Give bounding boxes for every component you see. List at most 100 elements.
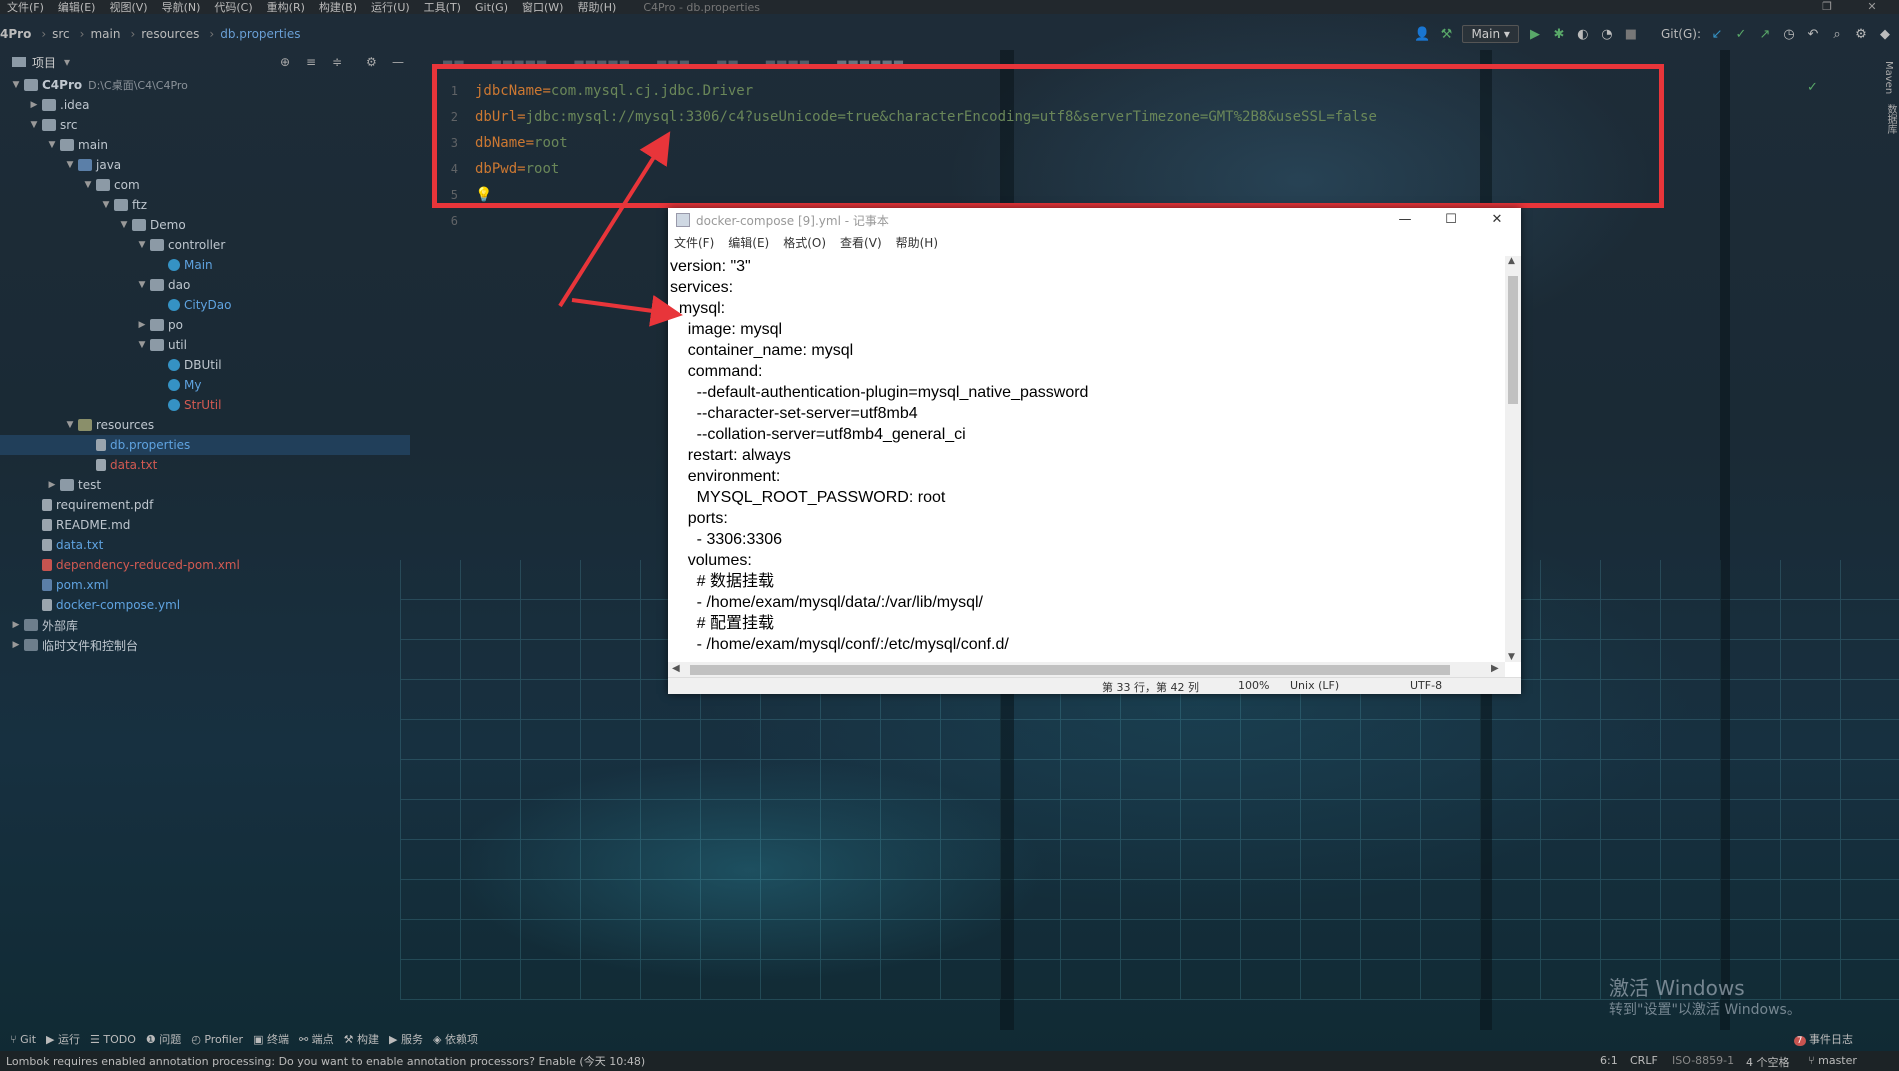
- file-encoding-status[interactable]: ISO-8859-1: [1672, 1054, 1734, 1067]
- chevron-down-icon[interactable]: ▼: [64, 160, 76, 170]
- run-configuration-select[interactable]: Main ▾: [1462, 25, 1519, 43]
- ide-logo-icon[interactable]: ◆: [1877, 26, 1893, 42]
- stop-icon[interactable]: ■: [1623, 26, 1639, 42]
- search-icon[interactable]: ⌕: [1829, 26, 1845, 42]
- build-tool-button[interactable]: ⚒ 构建: [344, 1031, 379, 1047]
- chevron-down-icon[interactable]: ▼: [136, 240, 148, 250]
- chevron-down-icon[interactable]: ▼: [136, 280, 148, 290]
- endpoints-tool-button[interactable]: ⚯ 端点: [299, 1031, 334, 1047]
- build-hammer-icon[interactable]: ⚒: [1438, 26, 1454, 42]
- tree-item[interactable]: ▼ main: [0, 135, 410, 155]
- problems-tool-button[interactable]: ❶ 问题: [146, 1031, 181, 1047]
- inspection-ok-icon[interactable]: ✓: [1807, 80, 1818, 95]
- debug-icon[interactable]: ✱: [1551, 26, 1567, 42]
- tree-item[interactable]: My: [0, 375, 410, 395]
- chevron-right-icon[interactable]: ▶: [10, 640, 22, 650]
- chevron-down-icon[interactable]: ▾: [64, 55, 70, 69]
- chevron-right-icon[interactable]: ▶: [28, 100, 40, 110]
- maven-tab[interactable]: Maven: [1883, 61, 1894, 94]
- chevron-down-icon[interactable]: ▼: [28, 120, 40, 130]
- gear-icon[interactable]: ⚙: [366, 55, 377, 69]
- restore-window-icon[interactable]: ❐: [1807, 0, 1847, 14]
- notepad-menu-edit[interactable]: 编辑(E): [728, 234, 769, 251]
- scroll-left-icon[interactable]: ◀: [672, 663, 680, 674]
- caret-position[interactable]: 6:1: [1600, 1054, 1618, 1067]
- tree-item[interactable]: docker-compose.yml: [0, 595, 410, 615]
- menu-file[interactable]: 文件(F): [0, 0, 51, 15]
- git-update-icon[interactable]: ↙: [1709, 26, 1725, 42]
- menu-code[interactable]: 代码(C): [207, 0, 259, 15]
- project-panel-title[interactable]: 项目: [32, 54, 56, 71]
- expand-all-icon[interactable]: ≡: [306, 55, 316, 69]
- menu-window[interactable]: 窗口(W): [515, 0, 570, 15]
- tree-item[interactable]: dependency-reduced-pom.xml: [0, 555, 410, 575]
- tree-item[interactable]: ▶ po: [0, 315, 410, 335]
- chevron-down-icon[interactable]: ▼: [82, 180, 94, 190]
- tree-item[interactable]: ▼ src: [0, 115, 410, 135]
- chevron-down-icon[interactable]: ▼: [118, 220, 130, 230]
- chevron-down-icon[interactable]: ▼: [136, 340, 148, 350]
- breadcrumb-src[interactable]: src: [52, 27, 70, 41]
- horizontal-scrollbar[interactable]: ◀ ▶: [668, 662, 1505, 678]
- tree-item[interactable]: CityDao: [0, 295, 410, 315]
- tree-item[interactable]: ▼ resources: [0, 415, 410, 435]
- tree-item[interactable]: ▼ controller: [0, 235, 410, 255]
- coverage-icon[interactable]: ◐: [1575, 26, 1591, 42]
- dependencies-tool-button[interactable]: ◈ 依赖项: [433, 1031, 478, 1047]
- menu-tools[interactable]: 工具(T): [417, 0, 468, 15]
- services-tool-button[interactable]: ▶ 服务: [389, 1031, 423, 1047]
- breadcrumb-file[interactable]: db.properties: [220, 27, 300, 41]
- tree-item[interactable]: ▼ Demo: [0, 215, 410, 235]
- tree-item[interactable]: ▼ dao: [0, 275, 410, 295]
- breadcrumb-main[interactable]: main: [90, 27, 120, 41]
- menu-build[interactable]: 构建(B): [312, 0, 364, 15]
- menu-edit[interactable]: 编辑(E): [51, 0, 103, 15]
- notepad-menu-view[interactable]: 查看(V): [840, 234, 882, 251]
- scroll-right-icon[interactable]: ▶: [1491, 663, 1499, 674]
- tree-item[interactable]: ▼ ftz: [0, 195, 410, 215]
- database-tab[interactable]: 数据库: [1883, 104, 1898, 134]
- git-branch[interactable]: ⑂ master: [1808, 1054, 1857, 1067]
- scroll-up-icon[interactable]: ▲: [1508, 256, 1515, 266]
- tree-item[interactable]: requirement.pdf: [0, 495, 410, 515]
- scrollbar-thumb[interactable]: [1508, 276, 1518, 404]
- git-tool-button[interactable]: ⑂ Git: [10, 1033, 36, 1046]
- hide-panel-icon[interactable]: —: [392, 55, 404, 69]
- tree-item[interactable]: data.txt: [0, 535, 410, 555]
- notepad-menu-help[interactable]: 帮助(H): [896, 234, 938, 251]
- tree-item[interactable]: data.txt: [0, 455, 410, 475]
- tree-item[interactable]: pom.xml: [0, 575, 410, 595]
- indent-status[interactable]: 4 个空格: [1746, 1054, 1790, 1070]
- scroll-down-icon[interactable]: ▼: [1508, 652, 1515, 662]
- notepad-menu-file[interactable]: 文件(F): [674, 234, 714, 251]
- vertical-scrollbar[interactable]: ▲ ▼: [1505, 256, 1521, 662]
- tree-item[interactable]: ▶ .idea: [0, 95, 410, 115]
- chevron-down-icon[interactable]: ▼: [100, 200, 112, 210]
- tree-item[interactable]: ▼ com: [0, 175, 410, 195]
- profile-icon[interactable]: ◔: [1599, 26, 1615, 42]
- tree-item[interactable]: ▼ C4Pro D:\C桌面\C4\C4Pro: [0, 75, 410, 95]
- line-separator[interactable]: CRLF: [1630, 1054, 1658, 1067]
- notepad-menu-format[interactable]: 格式(O): [783, 234, 826, 251]
- profiler-tool-button[interactable]: ◴ Profiler: [191, 1033, 243, 1046]
- tree-item[interactable]: ▶ test: [0, 475, 410, 495]
- chevron-right-icon[interactable]: ▶: [136, 320, 148, 330]
- history-icon[interactable]: ◷: [1781, 26, 1797, 42]
- tree-item[interactable]: ▼ java: [0, 155, 410, 175]
- user-icon[interactable]: 👤: [1414, 26, 1430, 42]
- terminal-tool-button[interactable]: ▣ 终端: [253, 1031, 289, 1047]
- tree-item[interactable]: ▶ 外部库: [0, 615, 410, 635]
- chevron-right-icon[interactable]: ▶: [46, 480, 58, 490]
- close-icon[interactable]: ✕: [1474, 208, 1520, 232]
- tree-item[interactable]: README.md: [0, 515, 410, 535]
- git-push-icon[interactable]: ↗: [1757, 26, 1773, 42]
- run-icon[interactable]: ▶: [1527, 26, 1543, 42]
- tree-item[interactable]: db.properties: [0, 435, 410, 455]
- scrollbar-thumb[interactable]: [690, 665, 1450, 675]
- todo-tool-button[interactable]: ☰ TODO: [90, 1033, 136, 1046]
- locate-icon[interactable]: ⊕: [280, 55, 290, 69]
- notepad-text-area[interactable]: version: "3" services: mysql: image: mysq…: [670, 256, 1500, 662]
- settings-gear-icon[interactable]: ⚙: [1853, 26, 1869, 42]
- chevron-down-icon[interactable]: ▼: [64, 420, 76, 430]
- chevron-down-icon[interactable]: ▼: [46, 140, 58, 150]
